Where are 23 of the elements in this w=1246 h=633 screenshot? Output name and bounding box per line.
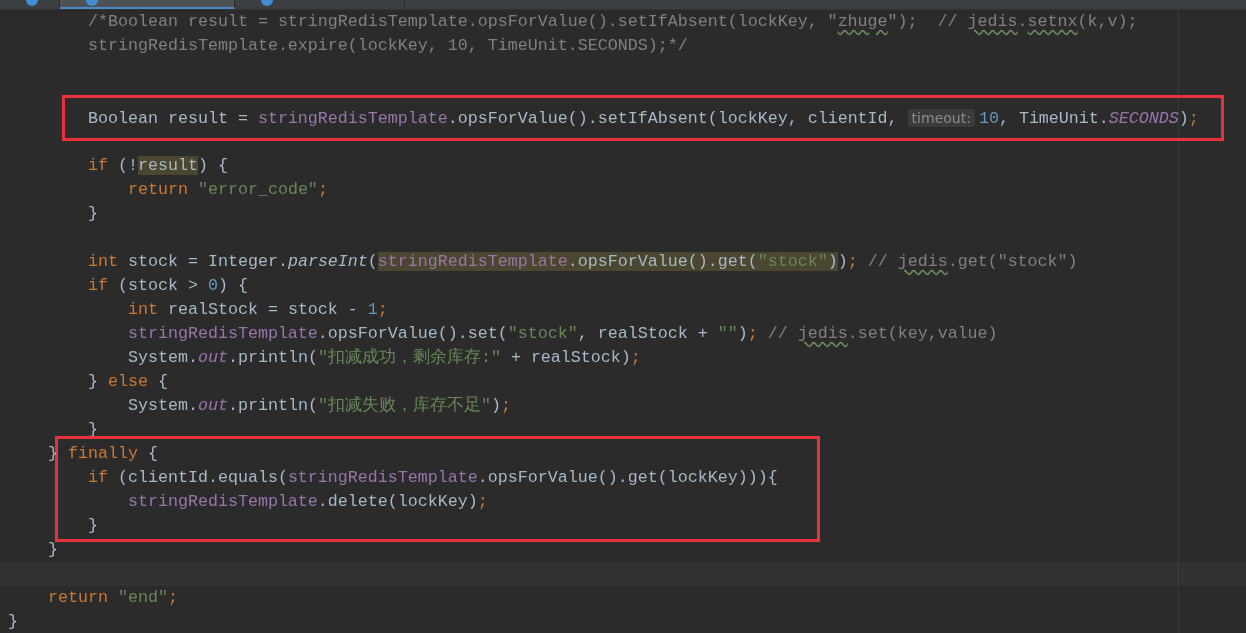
code-line: stringRedisTemplate.delete(lockKey); [126, 491, 489, 513]
file-icon [86, 0, 98, 6]
code-line: if (stock > 0) { [86, 275, 249, 297]
code-line: Boolean result = stringRedisTemplate.opsForValue().setIfAbsent(lockKey, clientId, timeout: 10, TimeUnit.SECONDS); [86, 108, 1200, 130]
editor-tab[interactable] [60, 0, 235, 9]
code-line: System.out.println("扣减成功，剩余库存:" + realStock); [126, 346, 642, 369]
code-line: } [86, 515, 99, 537]
file-icon [26, 0, 38, 6]
code-line: } else { [86, 371, 169, 393]
code-line: return "error_code"; [126, 179, 329, 201]
code-line: return "end"; [46, 587, 179, 609]
code-line: if (!result) { [86, 155, 229, 177]
code-line: stringRedisTemplate.expire(lockKey, 10, TimeUnit.SECONDS);*/ [86, 35, 689, 57]
code-line: int stock = Integer.parseInt(stringRedisTemplate.opsForValue().get("stock")); // jedis.get("stock") [86, 251, 1079, 273]
code-line: } [46, 539, 59, 561]
file-icon [261, 0, 273, 6]
code-line: stringRedisTemplate.opsForValue().set("stock", realStock + ""); // jedis.set(key,value) [126, 323, 999, 345]
code-line: /*Boolean result = stringRedisTemplate.opsForValue().setIfAbsent(lockKey, "zhuge"); // jedis.setnx(k,v); [86, 11, 1139, 33]
code-line: System.out.println("扣减失败，库存不足"); [126, 394, 512, 417]
code-line: } [7, 611, 19, 633]
code-line: } [86, 203, 99, 225]
code-line: if (clientId.equals(stringRedisTemplate.opsForValue().get(lockKey))){ [86, 467, 779, 489]
code-line: int realStock = stock - 1; [126, 299, 389, 321]
